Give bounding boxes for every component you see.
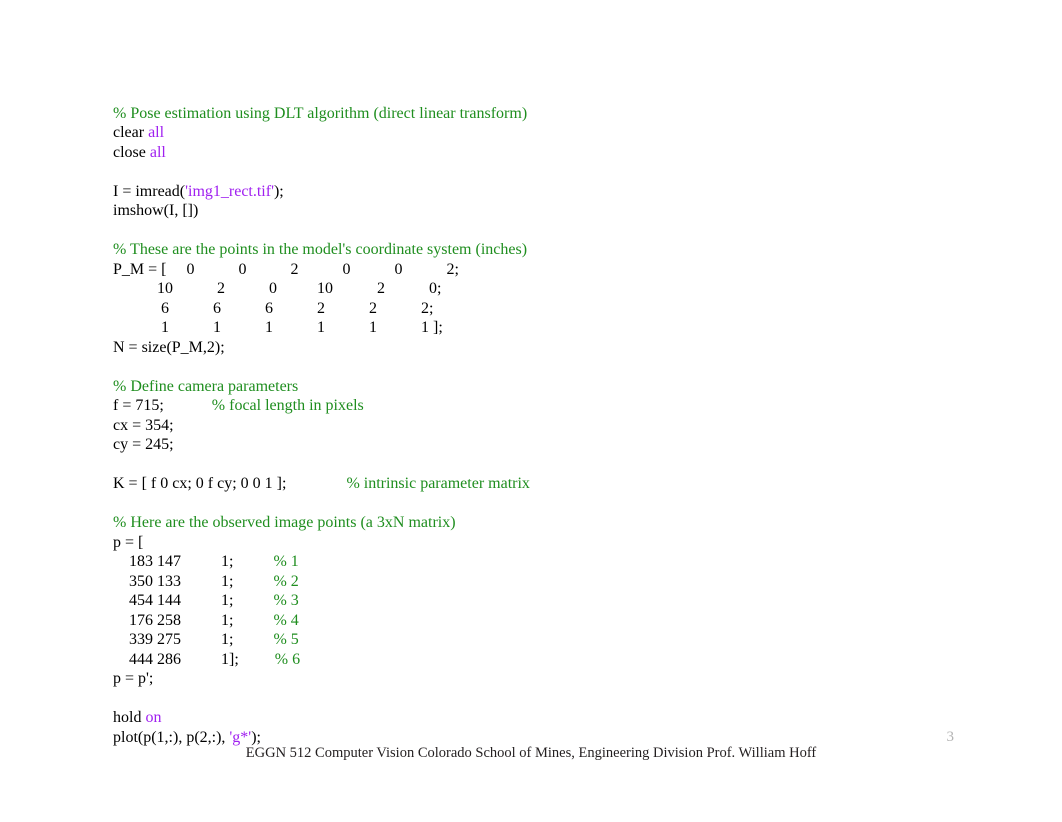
code-text: 176 258 1; xyxy=(113,612,273,629)
code-text: f = 715; xyxy=(113,397,212,414)
string: 'img1_rect.tif' xyxy=(185,183,274,200)
code-text: 183 147 1; xyxy=(113,553,273,570)
comment: % intrinsic parameter matrix xyxy=(346,475,529,492)
code-text: 1 1 1 1 1 1 ]; xyxy=(113,319,443,336)
code-text: p = p'; xyxy=(113,670,153,687)
keyword: on xyxy=(145,709,161,726)
code-text: 339 275 1; xyxy=(113,631,273,648)
code-text: p = [ xyxy=(113,534,143,551)
code-text: 454 144 1; xyxy=(113,592,273,609)
code-text: cx = 354; xyxy=(113,417,174,434)
code-block: % Pose estimation using DLT algorithm (d… xyxy=(113,84,530,747)
code-text: 350 133 1; xyxy=(113,573,273,590)
page-number: 3 xyxy=(947,729,955,746)
code-text: N = size(P_M,2); xyxy=(113,339,225,356)
code-text: 444 286 1]; xyxy=(113,651,275,668)
comment: % These are the points in the model's co… xyxy=(113,241,527,258)
code-text: 10 2 0 10 2 0; xyxy=(113,280,441,297)
code-text: close xyxy=(113,144,150,161)
code-text: P_M = [ 0 0 2 0 0 2; xyxy=(113,261,459,278)
comment: % 4 xyxy=(273,612,298,629)
comment: % 1 xyxy=(273,553,298,570)
code-text: hold xyxy=(113,709,145,726)
code-text: clear xyxy=(113,124,148,141)
string: 'g*' xyxy=(229,729,251,746)
code-text: plot(p(1,:), p(2,:), xyxy=(113,729,229,746)
comment: % 3 xyxy=(273,592,298,609)
keyword: all xyxy=(150,144,166,161)
code-text: K = [ f 0 cx; 0 f cy; 0 0 1 ]; xyxy=(113,475,346,492)
code-text: cy = 245; xyxy=(113,436,174,453)
keyword: all xyxy=(148,124,164,141)
footer-text: EGGN 512 Computer Vision Colorado School… xyxy=(0,745,1062,762)
code-text: 6 6 6 2 2 2; xyxy=(113,300,433,317)
code-text: I = imread( xyxy=(113,183,185,200)
code-text: ); xyxy=(251,729,261,746)
code-text: ); xyxy=(274,183,284,200)
code-text: imshow(I, []) xyxy=(113,202,198,219)
comment: % 5 xyxy=(273,631,298,648)
comment: % Define camera parameters xyxy=(113,378,298,395)
comment: % Here are the observed image points (a … xyxy=(113,514,456,531)
comment: % 2 xyxy=(273,573,298,590)
comment: % 6 xyxy=(275,651,300,668)
comment: % focal length in pixels xyxy=(212,397,364,414)
comment: % Pose estimation using DLT algorithm (d… xyxy=(113,105,527,122)
